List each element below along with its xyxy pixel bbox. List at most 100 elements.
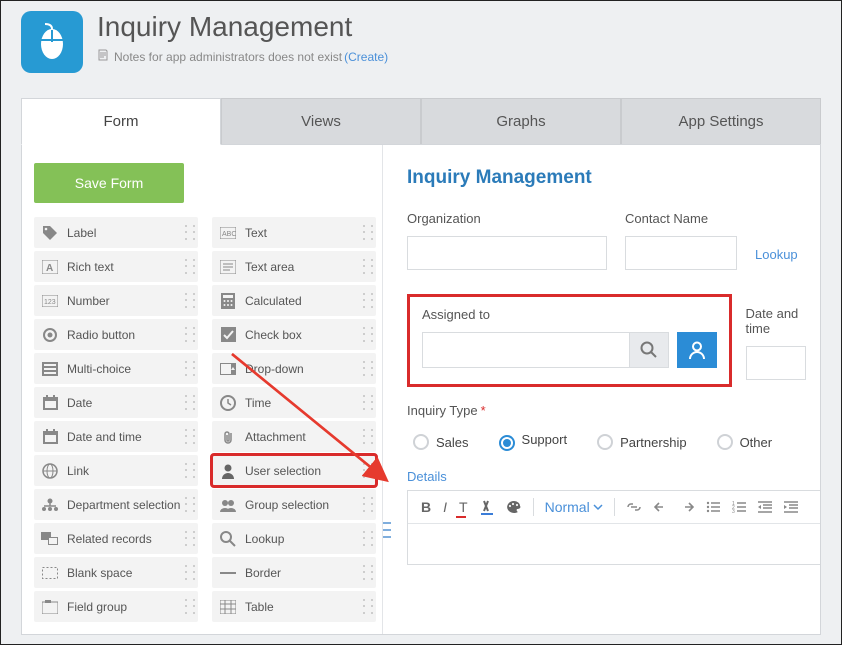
- palette-time[interactable]: Time: [212, 387, 376, 418]
- palette-fieldgroup[interactable]: Field group: [34, 591, 198, 622]
- lookup-link[interactable]: Lookup: [755, 247, 798, 262]
- organization-field: Organization: [407, 211, 607, 270]
- rte-ol[interactable]: 123: [727, 499, 751, 515]
- rte-toolbar: B I T Normal 123: [408, 491, 820, 524]
- palette-number[interactable]: 123 Number: [34, 285, 198, 316]
- rte-redo[interactable]: [675, 499, 699, 515]
- contact-name-input[interactable]: [625, 236, 737, 270]
- tab-graphs[interactable]: Graphs: [421, 98, 621, 144]
- search-icon: [640, 341, 658, 359]
- palette-lookup[interactable]: Lookup: [212, 523, 376, 554]
- radio-sales[interactable]: Sales: [413, 434, 469, 450]
- note-icon: [97, 49, 109, 64]
- rte-underline[interactable]: [475, 497, 499, 517]
- palette-textarea[interactable]: Text area: [212, 251, 376, 282]
- rte-ul[interactable]: [701, 499, 725, 515]
- assigned-search-button[interactable]: [629, 332, 669, 368]
- app-note: Notes for app administrators does not ex…: [97, 49, 388, 64]
- create-note-link[interactable]: (Create): [344, 50, 388, 64]
- palette-dropdown[interactable]: Drop-down: [212, 353, 376, 384]
- radio-icon: [40, 325, 60, 345]
- radio-other[interactable]: Other: [717, 434, 773, 450]
- assigned-to-field: Assigned to: [407, 294, 732, 387]
- save-form-button[interactable]: Save Form: [34, 163, 184, 203]
- palette-link[interactable]: Link: [34, 455, 198, 486]
- rte-undo[interactable]: [649, 499, 673, 515]
- number-icon: 123: [40, 291, 60, 311]
- svg-text:3: 3: [732, 509, 735, 513]
- palette-table[interactable]: Table: [212, 591, 376, 622]
- palette-department[interactable]: Department selection: [34, 489, 198, 520]
- palette-border[interactable]: Border: [212, 557, 376, 588]
- assigned-to-input[interactable]: [422, 332, 629, 368]
- palette-radio[interactable]: Radio button: [34, 319, 198, 350]
- field-drag-handle[interactable]: [383, 519, 391, 541]
- paperclip-icon: [218, 427, 238, 447]
- svg-text:123: 123: [44, 299, 56, 306]
- table-icon: [218, 597, 238, 617]
- required-indicator: *: [481, 403, 486, 418]
- radio-partnership[interactable]: Partnership: [597, 434, 686, 450]
- rte-color[interactable]: T: [454, 497, 473, 517]
- chevron-down-icon: [593, 502, 603, 512]
- calendar-icon: [40, 393, 60, 413]
- palette-group-selection[interactable]: Group selection: [212, 489, 376, 520]
- app-icon: [21, 11, 83, 73]
- datetime-label: Date and time: [746, 306, 820, 336]
- rte-indent[interactable]: [779, 499, 803, 515]
- contact-name-field: Contact Name: [625, 211, 737, 270]
- workarea: Save Form Label ABC Text A Rich text Te: [21, 145, 821, 635]
- related-icon: [40, 529, 60, 549]
- mouse-icon: [32, 22, 72, 62]
- department-icon: [40, 495, 60, 515]
- rte-palette[interactable]: [501, 498, 527, 516]
- palette-datetime[interactable]: Date and time: [34, 421, 198, 452]
- details-field: Details B I T Normal 123: [407, 469, 820, 565]
- palette-blank[interactable]: Blank space: [34, 557, 198, 588]
- svg-text:A: A: [46, 263, 53, 274]
- radio-support[interactable]: Support: [499, 432, 568, 451]
- tab-settings[interactable]: App Settings: [621, 98, 821, 144]
- rte-italic[interactable]: I: [438, 497, 452, 517]
- palette-related[interactable]: Related records: [34, 523, 198, 554]
- palette-attachment[interactable]: Attachment: [212, 421, 376, 452]
- calculator-icon: [218, 291, 238, 311]
- fieldgroup-icon: [40, 597, 60, 617]
- tab-form[interactable]: Form: [21, 98, 221, 145]
- datetime-input[interactable]: [746, 346, 806, 380]
- assigned-user-button[interactable]: [677, 332, 717, 368]
- palette-richtext[interactable]: A Rich text: [34, 251, 198, 282]
- field-palette: Save Form Label ABC Text A Rich text Te: [22, 145, 382, 634]
- palette-text[interactable]: ABC Text: [212, 217, 376, 248]
- palette-calculated[interactable]: Calculated: [212, 285, 376, 316]
- rte-outdent[interactable]: [753, 499, 777, 515]
- organization-label: Organization: [407, 211, 607, 226]
- globe-icon: [40, 461, 60, 481]
- user-icon: [218, 461, 238, 481]
- rte-body[interactable]: [408, 524, 820, 564]
- app-note-text: Notes for app administrators does not ex…: [114, 50, 342, 64]
- organization-input[interactable]: [407, 236, 607, 270]
- contact-name-label: Contact Name: [625, 211, 737, 226]
- palette-multichoice[interactable]: Multi-choice: [34, 353, 198, 384]
- assigned-to-label: Assigned to: [422, 307, 717, 322]
- rte-bold[interactable]: B: [416, 497, 436, 517]
- text-icon: ABC: [218, 223, 238, 243]
- palette-user-selection[interactable]: User selection: [212, 455, 376, 486]
- clock-icon: [218, 393, 238, 413]
- form-canvas: Inquiry Management Organization Contact …: [382, 145, 820, 634]
- rte-link[interactable]: [621, 500, 647, 514]
- palette-checkbox[interactable]: Check box: [212, 319, 376, 350]
- dropdown-icon: [218, 359, 238, 379]
- palette-label[interactable]: Label: [34, 217, 198, 248]
- multichoice-icon: [40, 359, 60, 379]
- blank-icon: [40, 563, 60, 583]
- inquiry-type-field: Inquiry Type* Sales Support Partnership …: [407, 403, 820, 451]
- tab-views[interactable]: Views: [221, 98, 421, 144]
- app-title: Inquiry Management: [97, 11, 388, 43]
- rich-text-editor: B I T Normal 123: [407, 490, 820, 565]
- search-icon: [218, 529, 238, 549]
- rte-style-select[interactable]: Normal: [540, 497, 608, 517]
- palette-date[interactable]: Date: [34, 387, 198, 418]
- inquiry-type-label: Inquiry Type*: [407, 403, 820, 418]
